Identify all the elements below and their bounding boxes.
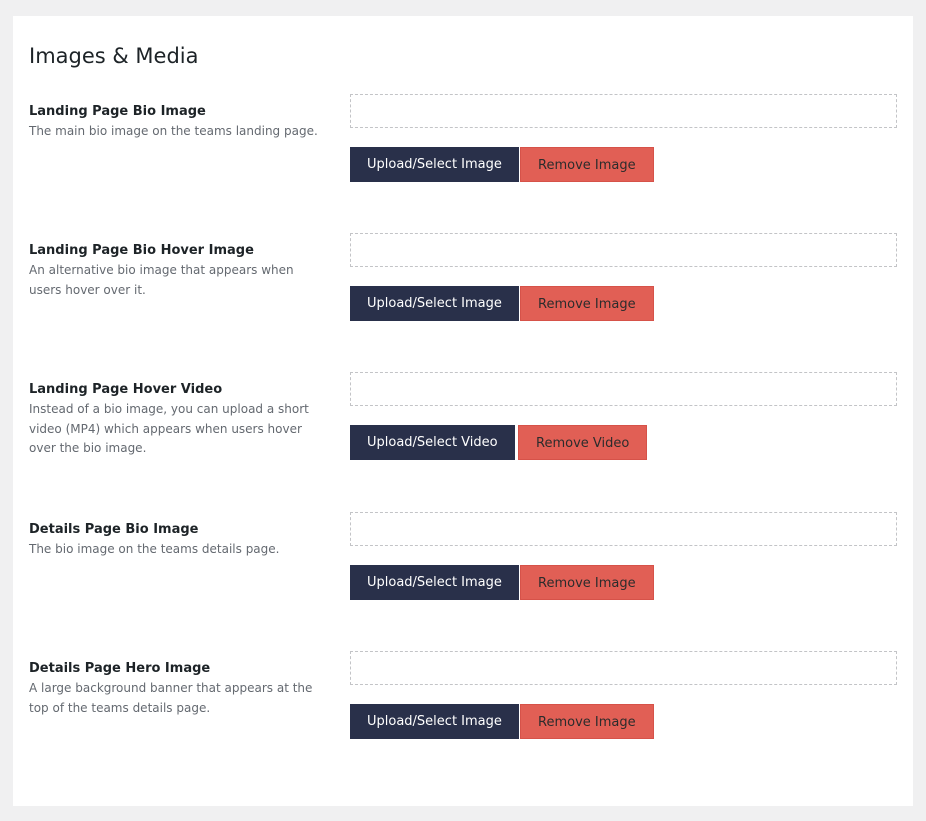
details-hero-image-url-input[interactable] [350,651,897,685]
upload-select-image-button[interactable]: Upload/Select Image [350,286,519,321]
details-bio-image-url-input[interactable] [350,512,897,546]
field-label: Landing Page Bio Hover Image [29,243,254,258]
remove-image-button[interactable]: Remove Image [520,147,654,182]
landing-bio-image-url-input[interactable] [350,94,897,128]
remove-image-button[interactable]: Remove Image [520,704,654,739]
remove-image-button[interactable]: Remove Image [520,565,654,600]
field-label: Landing Page Bio Image [29,104,206,119]
field-label: Details Page Hero Image [29,661,211,676]
landing-hover-video-url-input[interactable] [350,372,897,406]
upload-select-video-button[interactable]: Upload/Select Video [350,425,515,460]
landing-bio-hover-image-url-input[interactable] [350,233,897,267]
field-description: The main bio image on the teams landing … [29,124,318,138]
field-description: An alternative bio image that appears wh… [29,263,294,297]
upload-select-image-button[interactable]: Upload/Select Image [350,147,519,182]
remove-video-button[interactable]: Remove Video [518,425,648,460]
upload-select-image-button[interactable]: Upload/Select Image [350,565,519,600]
images-media-panel: Images & Media Landing Page Bio Image Th… [13,16,913,806]
section-title: Images & Media [29,44,199,68]
field-label: Landing Page Hover Video [29,382,223,397]
field-description: The bio image on the teams details page. [29,542,280,556]
field-description: A large background banner that appears a… [29,681,313,715]
field-label: Details Page Bio Image [29,522,199,537]
remove-image-button[interactable]: Remove Image [520,286,654,321]
upload-select-image-button[interactable]: Upload/Select Image [350,704,519,739]
field-description: Instead of a bio image, you can upload a… [29,402,309,455]
